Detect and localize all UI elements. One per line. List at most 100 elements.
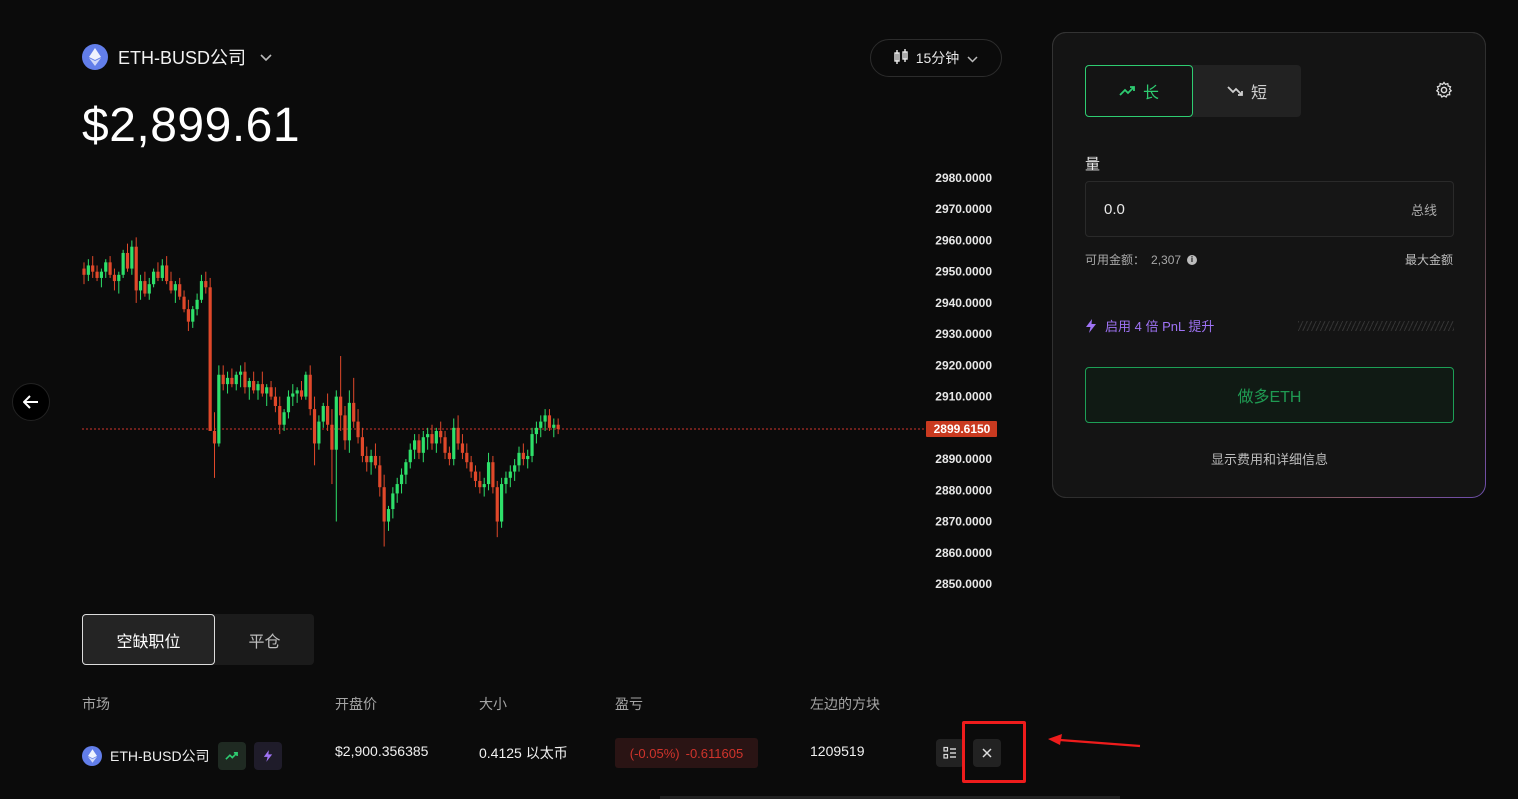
candle-body	[504, 477, 508, 485]
candle-body	[86, 265, 90, 275]
candle-body	[195, 299, 199, 310]
candle-body	[82, 268, 86, 275]
candle-body	[221, 374, 225, 385]
candle-body	[408, 449, 412, 463]
candle-body	[534, 427, 538, 435]
candle-body	[391, 493, 395, 510]
candle-body	[286, 396, 291, 413]
candle-body	[152, 271, 156, 285]
row-pnl: (-0.05%) -0.611605	[615, 738, 758, 768]
long-tab-label: 长	[1142, 85, 1159, 102]
header-pnl: 盈亏	[615, 696, 643, 712]
candle-body	[291, 393, 295, 397]
candle-body	[530, 434, 534, 456]
candle-body	[282, 412, 286, 425]
current-price-tag-label: 2899.6150	[934, 422, 991, 436]
amount-label: 量	[1085, 156, 1101, 173]
y-tick-label: 2850.0000	[935, 577, 992, 591]
candle-body	[230, 377, 234, 385]
candle-body	[539, 421, 543, 428]
lightning-icon	[1086, 318, 1096, 333]
candle-body	[339, 396, 343, 416]
row-pnl-pct: (-0.05%)	[629, 745, 680, 761]
timeframe-selector[interactable]: 15分钟	[870, 39, 1002, 77]
place-long-button[interactable]: 做多ETH	[1085, 367, 1454, 423]
order-panel: 长 短 量 总线 可用金额： 2,307 i 最大金额 启用 4 倍 PnL 提…	[1052, 32, 1486, 498]
annotation-arrow	[1048, 734, 1141, 748]
amount-unit: 总线	[1410, 202, 1437, 218]
position-details-button[interactable]	[936, 739, 964, 767]
close-icon	[982, 748, 992, 758]
candle-body	[208, 287, 212, 431]
tab-open-positions[interactable]: 空缺职位	[82, 614, 215, 665]
candle-body	[495, 487, 499, 522]
row-market-name: ETH-BUSD公司	[110, 748, 210, 764]
tab-closed-positions[interactable]: 平仓	[215, 614, 314, 665]
amount-field[interactable]: 总线	[1085, 181, 1454, 237]
row-size: 0.4125 以太币	[479, 745, 568, 761]
list-details-icon	[943, 746, 956, 759]
candle-body	[117, 274, 121, 282]
pnl-boost-toggle[interactable]: 启用 4 倍 PnL 提升	[1085, 316, 1214, 335]
side-toggle: 长 短	[1085, 65, 1301, 117]
candle-body	[421, 437, 425, 453]
candle-body	[517, 452, 521, 466]
candle-body	[378, 465, 382, 488]
candle-body	[104, 262, 108, 272]
eth-logo-icon	[82, 746, 102, 766]
candle-body	[312, 409, 317, 444]
candle-body	[256, 384, 260, 391]
boost-hatch-decoration	[1298, 321, 1454, 331]
candle-body	[299, 390, 304, 397]
amount-input[interactable]	[1102, 199, 1411, 219]
show-fees-link[interactable]: 显示费用和详细信息	[1085, 449, 1454, 468]
candle-body	[465, 452, 469, 463]
candle-body	[112, 274, 117, 282]
price-chart[interactable]: 2980.0000 2970.0000 2960.0000 2950.0000 2940…	[0, 160, 1010, 600]
y-tick-label: 2960.0000	[935, 233, 992, 247]
max-amount-button[interactable]: 最大金额	[1405, 251, 1453, 268]
market-name: ETH-BUSD公司	[118, 48, 247, 68]
close-position-button[interactable]	[973, 739, 1001, 767]
candle-body	[447, 452, 451, 460]
candle-body	[156, 271, 160, 278]
trend-up-icon	[1119, 86, 1135, 96]
candle-body	[308, 374, 312, 410]
candle-body	[269, 387, 273, 397]
candle-body	[486, 462, 491, 485]
y-tick-label: 2920.0000	[935, 358, 992, 372]
candle-body	[234, 374, 238, 385]
candle-body	[473, 471, 478, 481]
eth-logo-icon	[82, 44, 108, 70]
candle-body	[456, 427, 460, 444]
candle-body	[334, 396, 338, 450]
candle-body	[365, 455, 369, 463]
candle-body	[373, 455, 378, 466]
pnl-boost-label: 启用 4 倍 PnL 提升	[1105, 319, 1215, 334]
y-tick-label: 2930.0000	[935, 327, 992, 341]
info-icon[interactable]: i	[1187, 254, 1198, 265]
candle-body	[469, 462, 473, 472]
short-tab[interactable]: 短	[1193, 65, 1301, 117]
lightning-icon	[263, 750, 272, 762]
y-tick-label: 2880.0000	[935, 483, 992, 497]
row-block: 1209519	[810, 743, 865, 759]
candle-body	[173, 284, 177, 291]
candle-body	[543, 415, 547, 422]
y-tick-label: 2870.0000	[935, 515, 992, 529]
candle-body	[491, 462, 495, 488]
long-tab[interactable]: 长	[1085, 65, 1193, 117]
candle-body	[500, 484, 504, 522]
market-selector[interactable]: ETH-BUSD公司	[82, 44, 272, 70]
candle-body	[478, 480, 482, 488]
candle-body	[404, 462, 408, 475]
candle-body	[330, 424, 334, 450]
candle-body	[204, 281, 208, 288]
candle-body	[347, 402, 351, 441]
back-arrow-button[interactable]	[12, 383, 50, 421]
settings-gear-icon[interactable]	[1435, 81, 1453, 104]
candle-body	[239, 371, 243, 375]
candle-body	[508, 471, 512, 478]
candle-body	[430, 434, 434, 444]
candle-body	[295, 390, 299, 394]
